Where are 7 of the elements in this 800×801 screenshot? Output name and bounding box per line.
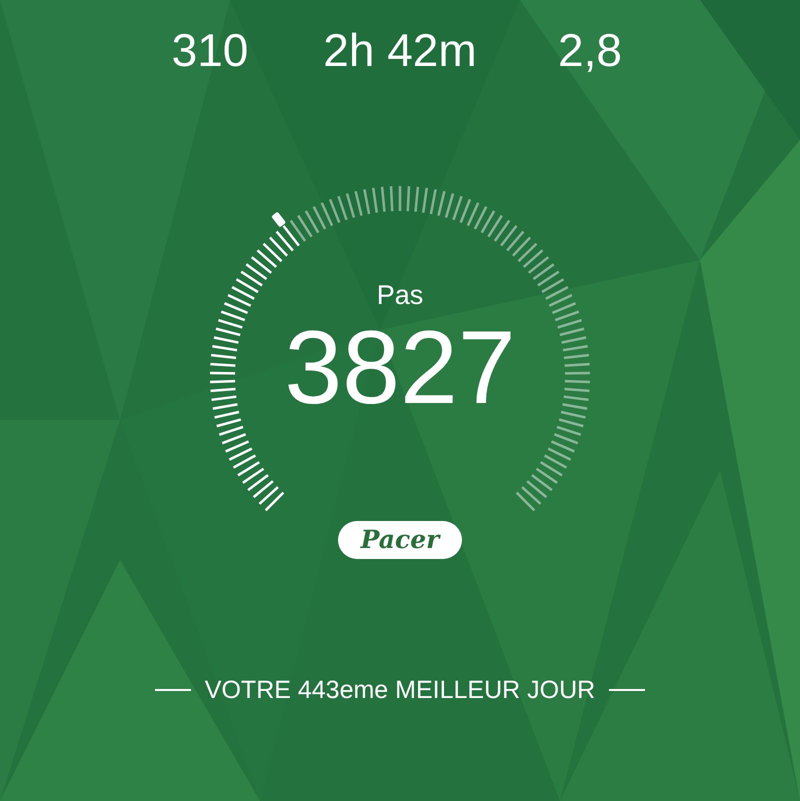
step-count: 3827 [284,313,516,423]
best-day-caption: VOTRE 443eme MEILLEUR JOUR [204,675,596,705]
stat-value: 2h 42m [322,24,478,76]
gauge-label: Pas [376,279,424,311]
stat-value: 2,8 [557,24,623,76]
logo-badge: Pacer [338,521,462,559]
stat-value: 310 [170,24,250,76]
